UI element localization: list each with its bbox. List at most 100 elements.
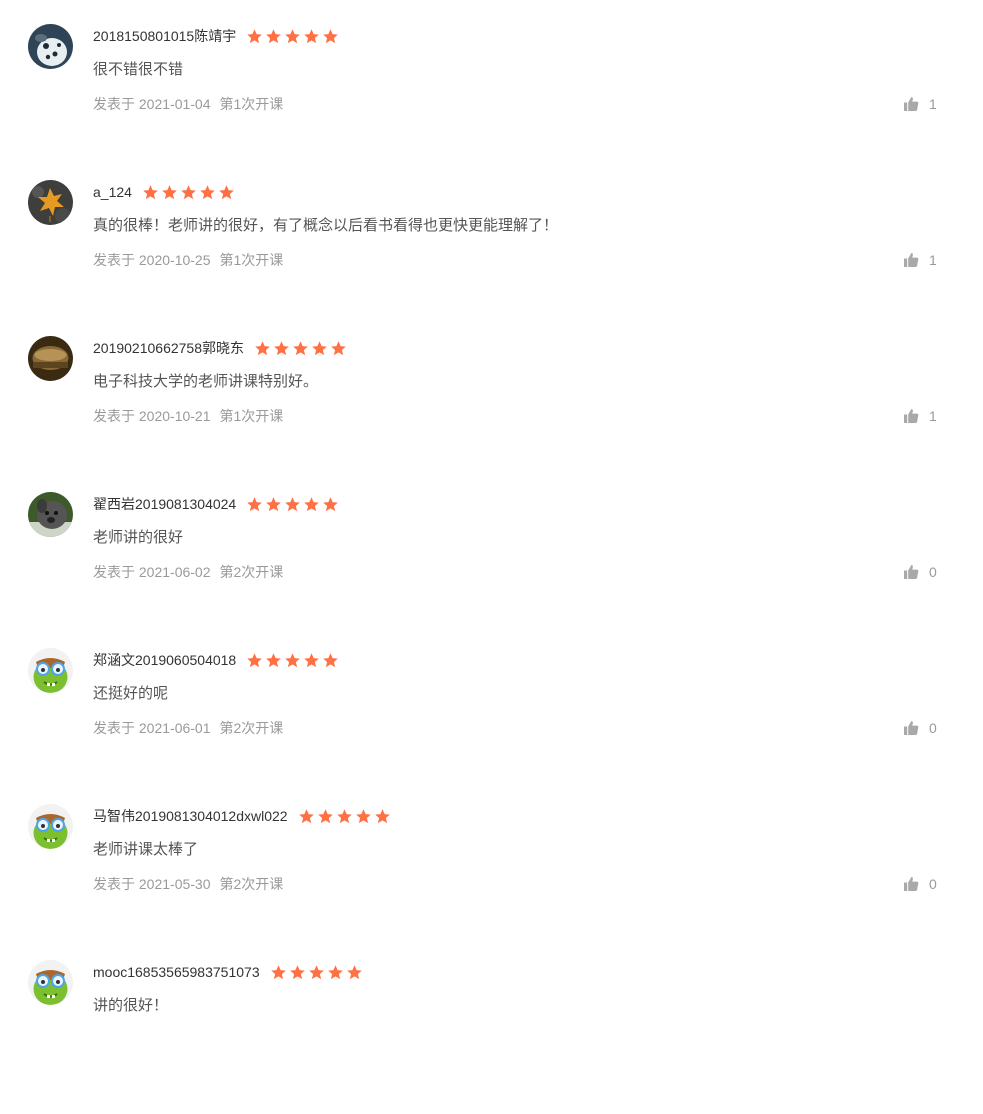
avatar[interactable] [28,24,73,69]
star-icon [304,496,320,511]
star-icon [327,964,343,979]
star-icon [162,184,177,199]
star-icon [317,808,333,823]
avatar[interactable] [28,960,73,1005]
username[interactable]: mooc16853565983751073 [93,962,260,982]
star-icon [346,964,362,979]
review-meta: 发表于 2021-06-02 第2次开课 [93,562,283,582]
star-icon [200,184,215,199]
avatar[interactable] [28,180,73,225]
review-meta: 发表于 2020-10-21 第1次开课 [93,406,283,426]
star-icon [304,652,320,667]
rating-stars [142,184,235,201]
star-icon [266,28,282,43]
review-item: a_124 真的很棒！老师讲的很好，有了概念以后看书看得也更快更能理解了！ 发表… [0,178,983,334]
review-item: mooc16853565983751073 讲的很好！ [0,958,983,1114]
like-button[interactable]: 1 [903,406,937,426]
review-content: 还挺好的呢 [93,685,169,702]
username[interactable]: 20190210662758郭晓东 [93,338,244,358]
like-count: 0 [929,564,937,580]
avatar[interactable] [28,336,73,381]
review-meta: 发表于 2020-10-25 第1次开课 [93,250,283,270]
review-date: 发表于 2020-10-21 [93,408,211,424]
username-row: 郑涵文2019060504018 [93,650,339,670]
review-item: 马智伟2019081304012dxwl022 老师讲课太棒了 发表于 2021… [0,802,983,958]
username[interactable]: 翟西岩2019081304024 [93,494,236,514]
star-icon [323,496,339,511]
star-icon [247,496,263,511]
star-icon [285,28,301,43]
review-date: 发表于 2021-05-30 [93,876,211,892]
course-term: 第1次开课 [219,408,284,424]
avatar[interactable] [28,804,73,849]
star-icon [374,808,390,823]
star-icon [355,808,371,823]
username-row: a_124 [93,182,235,202]
username[interactable]: 2018150801015陈靖宇 [93,26,236,46]
course-term: 第2次开课 [219,720,284,736]
like-button[interactable]: 1 [903,94,937,114]
thumbs-up-icon [904,253,919,267]
thumbs-up-icon [904,409,919,423]
review-date: 发表于 2020-10-25 [93,252,211,268]
star-icon [308,964,324,979]
thumbs-up-icon [904,97,919,111]
review-content: 老师讲的很好 [93,529,184,546]
username[interactable]: 郑涵文2019060504018 [93,650,236,670]
review-meta: 发表于 2021-01-04 第1次开课 [93,94,283,114]
like-button[interactable]: 0 [903,718,937,738]
review-item: 郑涵文2019060504018 还挺好的呢 发表于 2021-06-01 第2次… [0,646,983,802]
star-icon [266,496,282,511]
review-meta: 发表于 2021-06-01 第2次开课 [93,718,283,738]
star-icon [293,340,308,355]
rating-stars [254,340,347,357]
star-icon [266,652,282,667]
rating-stars [246,28,339,45]
username-row: 马智伟2019081304012dxwl022 [93,806,391,826]
star-icon [247,652,263,667]
star-icon [270,964,286,979]
star-icon [143,184,158,199]
like-count: 1 [929,96,937,112]
review-content: 很不错很不错 [93,61,184,78]
review-content: 真的很棒！老师讲的很好，有了概念以后看书看得也更快更能理解了！ [93,217,559,234]
username-row: 2018150801015陈靖宇 [93,26,339,46]
review-item: 20190210662758郭晓东 电子科技大学的老师讲课特别好。 发表于 20… [0,334,983,490]
username[interactable]: a_124 [93,182,132,202]
thumbs-up-icon [904,877,919,891]
star-icon [312,340,327,355]
star-icon [181,184,196,199]
star-icon [323,652,339,667]
like-button[interactable]: 0 [903,562,937,582]
rating-stars [246,496,339,513]
star-icon [336,808,352,823]
star-icon [255,340,270,355]
star-icon [219,184,234,199]
review-meta: 发表于 2021-05-30 第2次开课 [93,874,283,894]
course-term: 第1次开课 [219,252,284,268]
star-icon [331,340,346,355]
like-count: 1 [929,408,937,424]
star-icon [304,28,320,43]
like-button[interactable]: 0 [903,874,937,894]
like-count: 1 [929,252,937,268]
avatar[interactable] [28,648,73,693]
review-date: 发表于 2021-06-01 [93,720,211,736]
username-row: 翟西岩2019081304024 [93,494,339,514]
like-count: 0 [929,876,937,892]
like-count: 0 [929,720,937,736]
thumbs-up-icon [904,565,919,579]
star-icon [285,496,301,511]
username[interactable]: 马智伟2019081304012dxwl022 [93,806,288,826]
username-row: mooc16853565983751073 [93,962,363,982]
review-content: 讲的很好！ [93,997,169,1014]
like-button[interactable]: 1 [903,250,937,270]
review-item: 翟西岩2019081304024 老师讲的很好 发表于 2021-06-02 第2… [0,490,983,646]
review-item: 2018150801015陈靖宇 很不错很不错 发表于 2021-01-04 第1… [0,22,983,178]
star-icon [247,28,263,43]
star-icon [298,808,314,823]
review-date: 发表于 2021-06-02 [93,564,211,580]
rating-stars [298,808,391,825]
avatar[interactable] [28,492,73,537]
star-icon [285,652,301,667]
